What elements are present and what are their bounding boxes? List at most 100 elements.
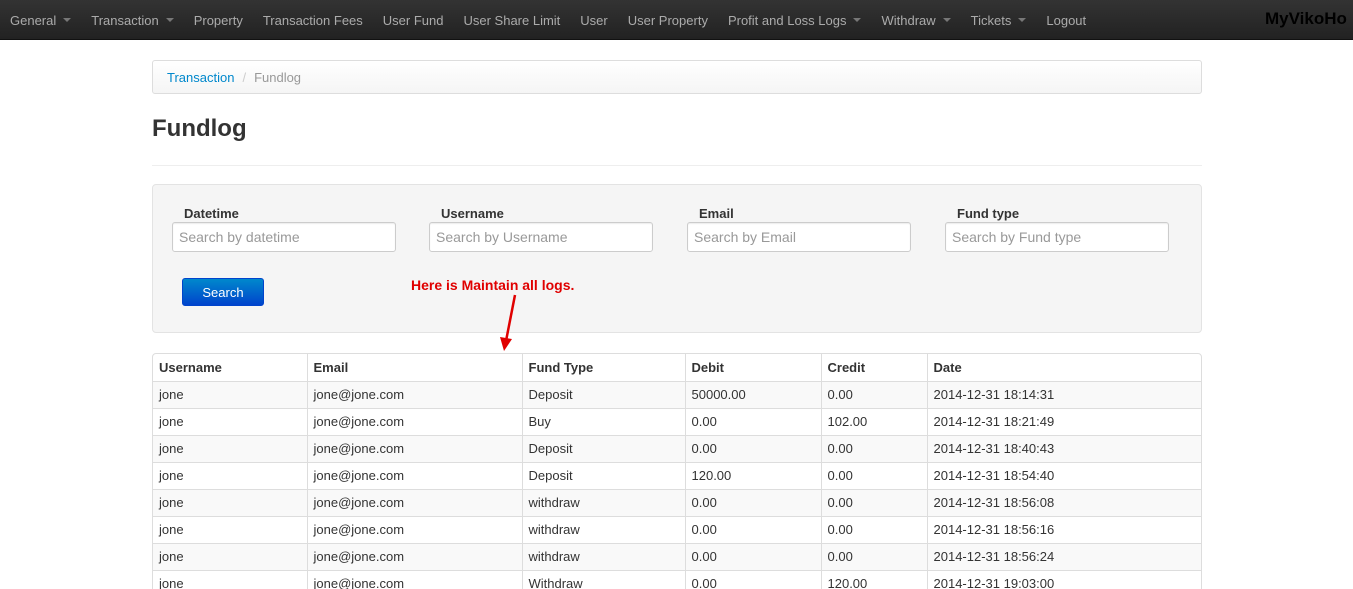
annotation-text: Here is Maintain all logs. — [411, 277, 575, 293]
table-cell: jone — [153, 380, 307, 408]
table-cell: jone@jone.com — [306, 515, 522, 543]
table-cell: 0.00 — [684, 407, 821, 435]
nav-item-withdraw[interactable]: Withdraw — [871, 0, 960, 39]
table-cell: 0.00 — [820, 461, 927, 489]
table-cell: jone@jone.com — [306, 434, 522, 462]
table-cell: jone — [153, 434, 307, 462]
table-cell: Buy — [521, 407, 685, 435]
table-cell: jone@jone.com — [306, 569, 522, 589]
nav-item-transaction-fees[interactable]: Transaction Fees — [253, 0, 373, 39]
table-cell: 2014-12-31 18:54:40 — [926, 461, 1201, 489]
breadcrumb-link-transaction[interactable]: Transaction — [167, 70, 234, 85]
table-cell: 2014-12-31 19:03:00 — [926, 569, 1201, 589]
nav-item-tickets[interactable]: Tickets — [961, 0, 1037, 39]
table-row: jone jone@jone.com withdraw 0.00 0.00 2014-12… — [153, 542, 1201, 570]
top-navbar: General Transaction Property Transaction Fe… — [0, 0, 1353, 40]
caret-down-icon — [1018, 18, 1027, 22]
table-cell: 102.00 — [820, 407, 927, 435]
table-header-row: Username Email Fund Type Debit Credit Date — [153, 354, 1201, 381]
nav-item-label: User Property — [627, 12, 708, 28]
caret-down-icon — [63, 18, 72, 22]
nav-item-user-fund[interactable]: User Fund — [373, 0, 454, 39]
nav-menu: General Transaction Property Transaction Fe… — [0, 0, 1096, 39]
email-search-input[interactable] — [687, 222, 911, 252]
email-label: Email — [699, 206, 734, 221]
table-cell: Deposit — [521, 461, 685, 489]
datetime-search-input[interactable] — [172, 222, 396, 252]
nav-item-transaction[interactable]: Transaction — [81, 0, 183, 39]
caret-down-icon — [853, 18, 862, 22]
annotation-arrow-icon — [500, 294, 517, 351]
table-cell: 2014-12-31 18:56:08 — [926, 488, 1201, 516]
fund-type-label: Fund type — [957, 206, 1020, 221]
table-cell: 2014-12-31 18:56:16 — [926, 515, 1201, 543]
table-cell: jone — [153, 461, 307, 489]
table-cell: jone — [153, 569, 307, 589]
caret-down-icon — [165, 18, 174, 22]
table-row: jone jone@jone.com withdraw 0.00 0.00 2014-12… — [153, 488, 1201, 516]
table-cell: jone@jone.com — [306, 488, 522, 516]
table-row: jone jone@jone.com withdraw 0.00 0.00 2014-12… — [153, 515, 1201, 543]
table-cell: Deposit — [521, 380, 685, 408]
table-cell: 0.00 — [820, 380, 927, 408]
table-cell: 0.00 — [820, 434, 927, 462]
table-body: jone jone@jone.com Deposit 50000.00 0.00 2014… — [153, 380, 1201, 589]
nav-item-label: Transaction Fees — [262, 12, 363, 28]
table-cell: 0.00 — [820, 542, 927, 570]
title-divider — [152, 165, 1202, 166]
table-cell: jone@jone.com — [306, 461, 522, 489]
table-cell: 120.00 — [820, 569, 927, 589]
nav-item-profit-and-loss-logs[interactable]: Profit and Loss Logs — [718, 0, 872, 39]
table-cell: 0.00 — [684, 434, 821, 462]
breadcrumb: Transaction / Fundlog — [152, 60, 1202, 94]
table-cell: 2014-12-31 18:40:43 — [926, 434, 1201, 462]
table-cell: 2014-12-31 18:14:31 — [926, 380, 1201, 408]
column-header: Credit — [820, 354, 927, 381]
column-header: Email — [306, 354, 522, 381]
breadcrumb-separator: / — [242, 69, 247, 85]
nav-item-label: User Fund — [382, 12, 444, 28]
table-cell: withdraw — [521, 542, 685, 570]
table-cell: 2014-12-31 18:21:49 — [926, 407, 1201, 435]
table-cell: jone@jone.com — [306, 542, 522, 570]
nav-item-label: Transaction — [91, 12, 159, 28]
table-cell: Withdraw — [521, 569, 685, 589]
table-cell: 0.00 — [820, 515, 927, 543]
nav-item-property[interactable]: Property — [184, 0, 253, 39]
fund-type-search-input[interactable] — [945, 222, 1169, 252]
table-cell: 50000.00 — [684, 380, 821, 408]
search-button[interactable]: Search — [182, 278, 264, 306]
table-cell: 0.00 — [820, 488, 927, 516]
nav-item-label: User Share Limit — [463, 12, 561, 28]
breadcrumb-current: Fundlog — [254, 69, 302, 85]
column-header: Username — [159, 359, 222, 375]
table-cell: 2014-12-31 18:56:24 — [926, 542, 1201, 570]
nav-item-user-property[interactable]: User Property — [618, 0, 718, 39]
nav-item-general[interactable]: General — [0, 0, 81, 39]
username-search-input[interactable] — [429, 222, 653, 252]
nav-item-label: Logout — [1046, 12, 1087, 28]
table-cell: withdraw — [521, 515, 685, 543]
table-cell: jone@jone.com — [306, 407, 522, 435]
table-cell: 0.00 — [684, 569, 821, 589]
table-cell: jone — [153, 488, 307, 516]
username-label: Username — [441, 206, 504, 221]
nav-item-label: Tickets — [970, 12, 1012, 28]
nav-item-label: Withdraw — [881, 12, 936, 28]
nav-item-user[interactable]: User — [570, 0, 617, 39]
caret-down-icon — [942, 18, 951, 22]
table-cell: 0.00 — [684, 542, 821, 570]
table-cell: jone — [153, 542, 307, 570]
nav-item-logout[interactable]: Logout — [1036, 0, 1096, 39]
table-row: jone jone@jone.com Withdraw 0.00 120.00 2014-… — [153, 569, 1201, 589]
table-cell: jone@jone.com — [306, 380, 522, 408]
nav-item-user-share-limit[interactable]: User Share Limit — [453, 0, 570, 39]
fundlog-table: Username Email Fund Type Debit Credit Date jo… — [152, 353, 1202, 589]
column-header: Fund Type — [521, 354, 685, 381]
column-header: Date — [926, 354, 1201, 381]
brand-logo[interactable]: MyVikoHo — [1265, 9, 1347, 29]
table-cell: jone — [153, 407, 307, 435]
nav-item-label: Profit and Loss Logs — [727, 12, 847, 28]
table-cell: 120.00 — [684, 461, 821, 489]
table-row: jone jone@jone.com Deposit 120.00 0.00 2014-1… — [153, 461, 1201, 489]
